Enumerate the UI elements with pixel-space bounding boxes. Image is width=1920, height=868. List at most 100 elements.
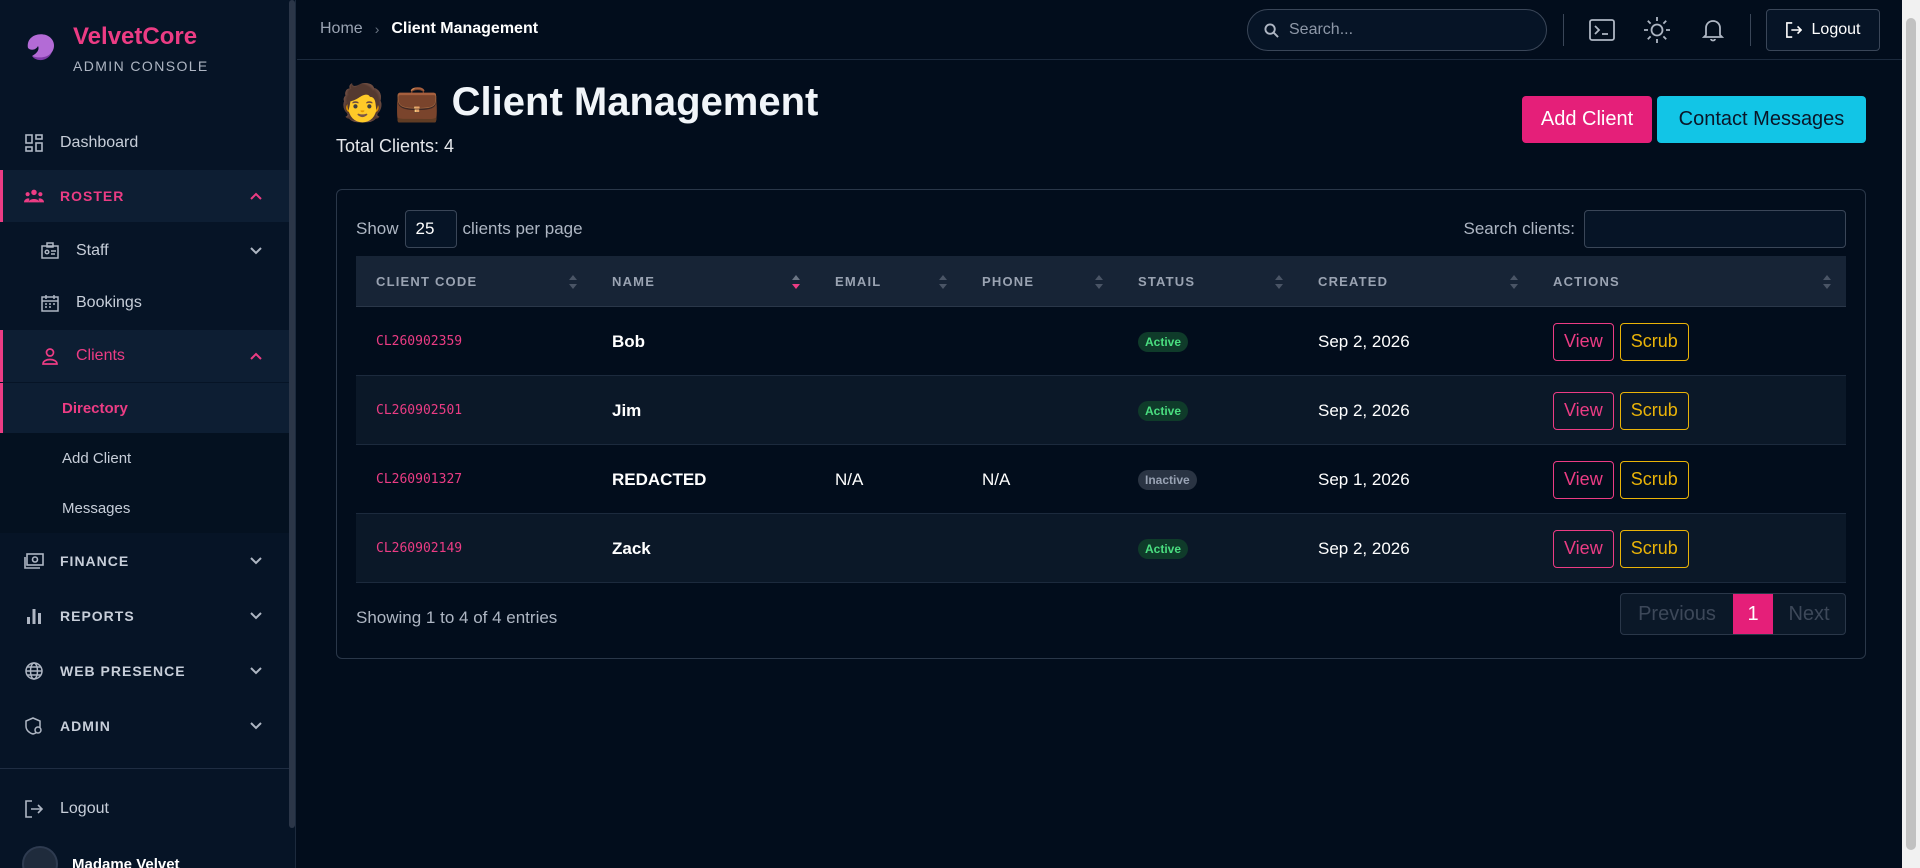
view-button[interactable]: View <box>1553 391 1614 430</box>
scrub-button[interactable]: Scrub <box>1619 529 1689 568</box>
sidebar-item-clients[interactable]: Clients <box>0 330 290 382</box>
sidebar-section-reports[interactable]: REPORTS <box>0 590 290 642</box>
clients-card: Show 25 clients per page Search clients:… <box>336 189 1866 659</box>
scrub-button[interactable]: Scrub <box>1619 460 1689 499</box>
cell-status: Active <box>1118 307 1298 376</box>
client-code[interactable]: CL260902501 <box>376 403 462 418</box>
sidebar-section-label: ADMIN <box>60 718 111 734</box>
table-search-input[interactable] <box>1584 210 1846 248</box>
bell-icon[interactable] <box>1699 16 1727 44</box>
user-icon <box>40 346 60 366</box>
sidebar-item-staff[interactable]: Staff <box>0 225 290 277</box>
client-code[interactable]: CL260902359 <box>376 334 462 349</box>
view-button[interactable]: View <box>1553 322 1614 361</box>
money-icon <box>24 551 44 571</box>
view-button[interactable]: View <box>1553 529 1614 568</box>
pagination: Previous 1 Next <box>1620 593 1846 635</box>
column-header[interactable]: STATUS <box>1118 256 1298 307</box>
column-header[interactable]: EMAIL <box>815 256 962 307</box>
column-header-label: EMAIL <box>835 274 882 289</box>
sidebar-item-label: Dashboard <box>60 134 139 151</box>
cell-status: Active <box>1118 376 1298 445</box>
chevron-down-icon <box>250 247 262 255</box>
user-name: Madame Velvet <box>72 855 180 868</box>
pagination-previous[interactable]: Previous <box>1621 594 1733 634</box>
sidebar-item-label: Staff <box>76 242 109 259</box>
column-header-label: NAME <box>612 274 656 289</box>
client-code[interactable]: CL260901327 <box>376 472 462 487</box>
column-header-label: PHONE <box>982 274 1035 289</box>
sidebar-scrollbar[interactable] <box>289 0 295 828</box>
search-input[interactable] <box>1289 21 1529 39</box>
chevron-down-icon <box>250 612 262 620</box>
logout-button[interactable]: Logout <box>1766 9 1880 51</box>
cell-actions: View Scrub <box>1533 514 1846 583</box>
column-header[interactable]: CLIENT CODE <box>356 256 592 307</box>
sidebar-item-directory[interactable]: Directory <box>0 383 290 433</box>
pagination-page[interactable]: 1 <box>1733 594 1773 634</box>
column-header-label: ACTIONS <box>1553 274 1620 289</box>
topbar: Home › Client Management Logout <box>297 0 1902 60</box>
sidebar-section-admin[interactable]: ADMIN <box>0 700 290 752</box>
table-row: CL260902149 Zack Active Sep 2, 2026 View Scru… <box>356 514 1846 583</box>
sort-icon <box>1275 275 1283 289</box>
brand-name: VelvetCore <box>73 23 198 50</box>
sidebar-item-dashboard[interactable]: Dashboard <box>0 117 290 169</box>
client-emoji-icon: 🧑 💼 <box>340 81 440 123</box>
column-header[interactable]: NAME <box>592 256 815 307</box>
cell-email <box>815 307 962 376</box>
column-header[interactable]: ACTIONS <box>1533 256 1846 307</box>
breadcrumb-home[interactable]: Home <box>320 20 363 38</box>
terminal-icon[interactable] <box>1588 16 1616 44</box>
cell-client-code: CL260902501 <box>356 376 592 445</box>
page-scrollbar-thumb[interactable] <box>1906 18 1916 850</box>
sidebar-section-finance[interactable]: FINANCE <box>0 535 290 587</box>
cell-client-code: CL260902149 <box>356 514 592 583</box>
status-badge: Inactive <box>1138 469 1197 490</box>
calendar-icon <box>40 293 60 313</box>
logout-icon <box>24 799 44 819</box>
add-client-button[interactable]: Add Client <box>1522 96 1652 143</box>
table-search: Search clients: <box>1464 210 1846 248</box>
sidebar-section-web-presence[interactable]: WEB PRESENCE <box>0 645 290 697</box>
brand[interactable]: VelvetCore ADMIN CONSOLE <box>22 22 209 74</box>
scrub-button[interactable]: Scrub <box>1619 322 1689 361</box>
sidebar-item-add-client[interactable]: Add Client <box>0 433 290 483</box>
client-code[interactable]: CL260902149 <box>376 541 462 556</box>
sort-icon <box>1823 275 1831 289</box>
global-search[interactable] <box>1247 9 1547 51</box>
table-header: CLIENT CODE NAME EMAIL PHONE STATUS CREATED AC… <box>356 256 1846 307</box>
cell-email: N/A <box>835 469 864 489</box>
sort-icon <box>1095 275 1103 289</box>
sidebar-item-bookings[interactable]: Bookings <box>0 277 290 329</box>
sun-icon[interactable] <box>1643 16 1671 44</box>
per-page-suffix: clients per page <box>462 219 583 238</box>
badge-icon <box>40 241 60 261</box>
brand-subtitle: ADMIN CONSOLE <box>73 58 209 74</box>
cell-name: REDACTED <box>612 469 707 489</box>
cell-phone <box>962 376 1118 445</box>
sidebar: VelvetCore ADMIN CONSOLE Dashboard ROSTE… <box>0 0 296 868</box>
column-header[interactable]: PHONE <box>962 256 1118 307</box>
status-badge: Active <box>1138 538 1189 559</box>
contact-messages-button[interactable]: Contact Messages <box>1657 96 1866 143</box>
sort-icon <box>939 275 947 289</box>
topbar-divider <box>1563 14 1564 46</box>
table-row: CL260901327 REDACTED N/A N/A Inactive Sep 1, … <box>356 445 1846 514</box>
breadcrumb-separator-icon: › <box>374 21 380 37</box>
per-page-select[interactable]: 25 <box>404 210 457 248</box>
scrub-button[interactable]: Scrub <box>1619 391 1689 430</box>
user-profile[interactable]: Madame Velvet <box>22 846 180 868</box>
show-label: Show <box>356 219 399 238</box>
pagination-next[interactable]: Next <box>1773 594 1845 634</box>
cell-phone <box>962 307 1118 376</box>
sidebar-section-roster[interactable]: ROSTER <box>0 170 290 222</box>
sidebar-logout[interactable]: Logout <box>0 783 290 835</box>
cell-created: Sep 2, 2026 <box>1318 400 1410 420</box>
group-icon <box>24 186 44 206</box>
view-button[interactable]: View <box>1553 460 1614 499</box>
page-scrollbar[interactable] <box>1902 0 1920 868</box>
cell-created: Sep 2, 2026 <box>1318 331 1410 351</box>
column-header[interactable]: CREATED <box>1298 256 1533 307</box>
sidebar-item-messages[interactable]: Messages <box>0 483 290 533</box>
